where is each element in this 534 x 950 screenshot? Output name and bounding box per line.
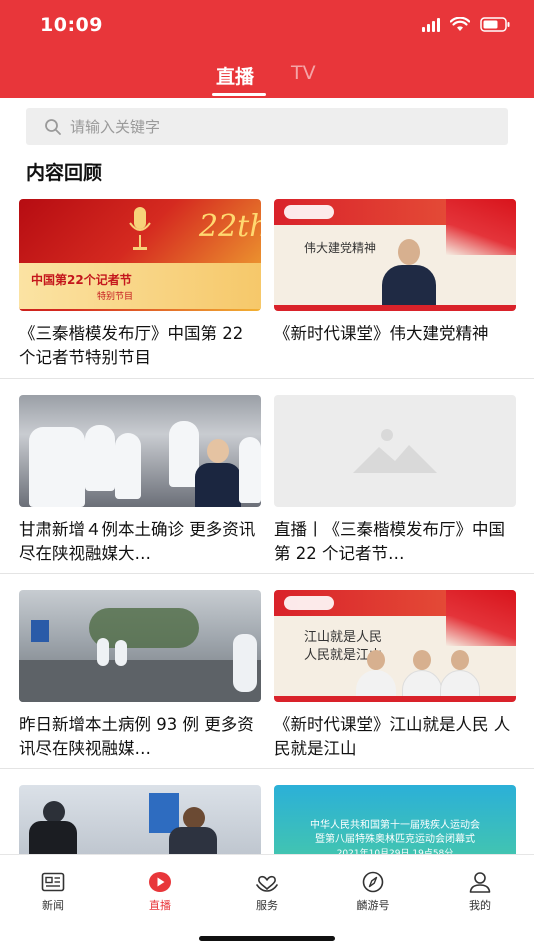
officer-figure: [29, 801, 77, 857]
status-time: 10:09: [40, 14, 103, 36]
anniversary-number: 22th: [199, 209, 261, 244]
search-placeholder: 请输入关键字: [70, 118, 161, 136]
tabbar-item-live[interactable]: 直播: [125, 871, 195, 913]
top-tabs: 直播 TV: [0, 60, 534, 98]
speaker-figure: [440, 650, 480, 698]
tabbar-item-linyou[interactable]: 麟游号: [338, 871, 408, 913]
child-figure: [195, 439, 241, 507]
active-tab-indicator: [212, 93, 266, 96]
program-logo: [284, 205, 334, 219]
tabbar-label: 我的: [469, 899, 491, 912]
video-card[interactable]: 江山就是人民 人民就是江山 《新时代课堂》江山就是人民 人民就是江山: [274, 590, 516, 761]
banner-subtitle: 特别节目: [97, 292, 134, 302]
event-title-line2: 暨第八届特殊奥林匹克运动会闭幕式: [315, 834, 475, 845]
banner-title: 中国第22个记者节: [31, 273, 132, 287]
app-header: 10:09 直播 TV: [0, 0, 534, 98]
tabbar-item-service[interactable]: 服务: [232, 871, 302, 913]
program-logo: [284, 596, 334, 610]
tabbar-item-news[interactable]: 新闻: [18, 871, 88, 913]
row-divider: [0, 573, 534, 574]
image-placeholder: [274, 395, 516, 507]
event-title-line1: 中华人民共和国第十一届残疾人运动会: [310, 820, 480, 831]
flag-graphic: [446, 590, 516, 646]
video-thumbnail: 江山就是人民 人民就是江山: [274, 590, 516, 702]
thumbnail-bottomline: [274, 305, 516, 311]
wifi-icon: [450, 17, 470, 32]
street-sign: [31, 620, 49, 642]
tabbar-label: 新闻: [42, 899, 64, 912]
tabbar-label: 麟游号: [356, 899, 390, 912]
video-card[interactable]: 直播丨《三秦楷模发布厅》中国第 22 个记者节…: [274, 395, 516, 566]
search-input[interactable]: 请输入关键字: [26, 108, 508, 145]
lecture-heading-line1: 江山就是人民: [304, 630, 383, 645]
microphone-icon: [129, 207, 151, 250]
video-card[interactable]: 伟大建党精神 《新时代课堂》伟大建党精神: [274, 199, 516, 370]
card-title[interactable]: 甘肃新增４例本土确诊 更多资讯尽在陕视融媒大…: [19, 518, 261, 566]
image-placeholder-icon: [353, 429, 437, 473]
tab-tv[interactable]: TV: [291, 62, 316, 84]
row-divider: [0, 768, 534, 769]
search-icon: [45, 118, 61, 135]
row-divider: [0, 378, 534, 379]
video-thumbnail: [19, 590, 261, 702]
speaker-figure: [356, 650, 396, 698]
card-title[interactable]: 《新时代课堂》江山就是人民 人民就是江山: [274, 713, 516, 761]
video-card[interactable]: 昨日新增本土病例 93 例 更多资讯尽在陕视融媒…: [19, 590, 261, 761]
home-indicator[interactable]: [199, 936, 335, 941]
service-icon: [256, 875, 278, 892]
signal-icon: [422, 17, 440, 32]
speaker-figure: [382, 239, 436, 307]
live-icon: [149, 872, 171, 892]
card-title[interactable]: 直播丨《三秦楷模发布厅》中国第 22 个记者节…: [274, 518, 516, 566]
tab-live[interactable]: 直播: [216, 62, 254, 89]
battery-icon: [480, 17, 510, 32]
tabbar-label: 服务: [256, 899, 278, 912]
card-title[interactable]: 昨日新增本土病例 93 例 更多资讯尽在陕视融媒…: [19, 713, 261, 761]
tabbar-label: 直播: [149, 899, 171, 912]
status-icons: [422, 17, 510, 32]
compass-icon: [362, 871, 384, 893]
video-thumbnail: 22th 中国第22个记者节 特别节目: [19, 199, 261, 311]
speaker-figure: [402, 650, 442, 698]
video-card[interactable]: 22th 中国第22个记者节 特别节目 《三秦楷模发布厅》中国第 22 个记者节…: [19, 199, 261, 370]
video-card[interactable]: 甘肃新增４例本土确诊 更多资讯尽在陕视融媒大…: [19, 395, 261, 566]
tabbar-item-profile[interactable]: 我的: [445, 871, 515, 913]
card-title[interactable]: 《新时代课堂》伟大建党精神: [274, 322, 516, 370]
news-icon: [41, 872, 65, 892]
lecture-heading: 伟大建党精神: [304, 241, 377, 255]
video-thumbnail: 伟大建党精神: [274, 199, 516, 311]
status-bar: 10:09: [0, 0, 534, 52]
video-thumbnail: [19, 395, 261, 507]
section-title: 内容回顾: [26, 162, 103, 184]
profile-icon: [469, 872, 491, 893]
flag-graphic: [446, 199, 516, 255]
card-title[interactable]: 《三秦楷模发布厅》中国第 22 个记者节特别节目: [19, 322, 261, 370]
